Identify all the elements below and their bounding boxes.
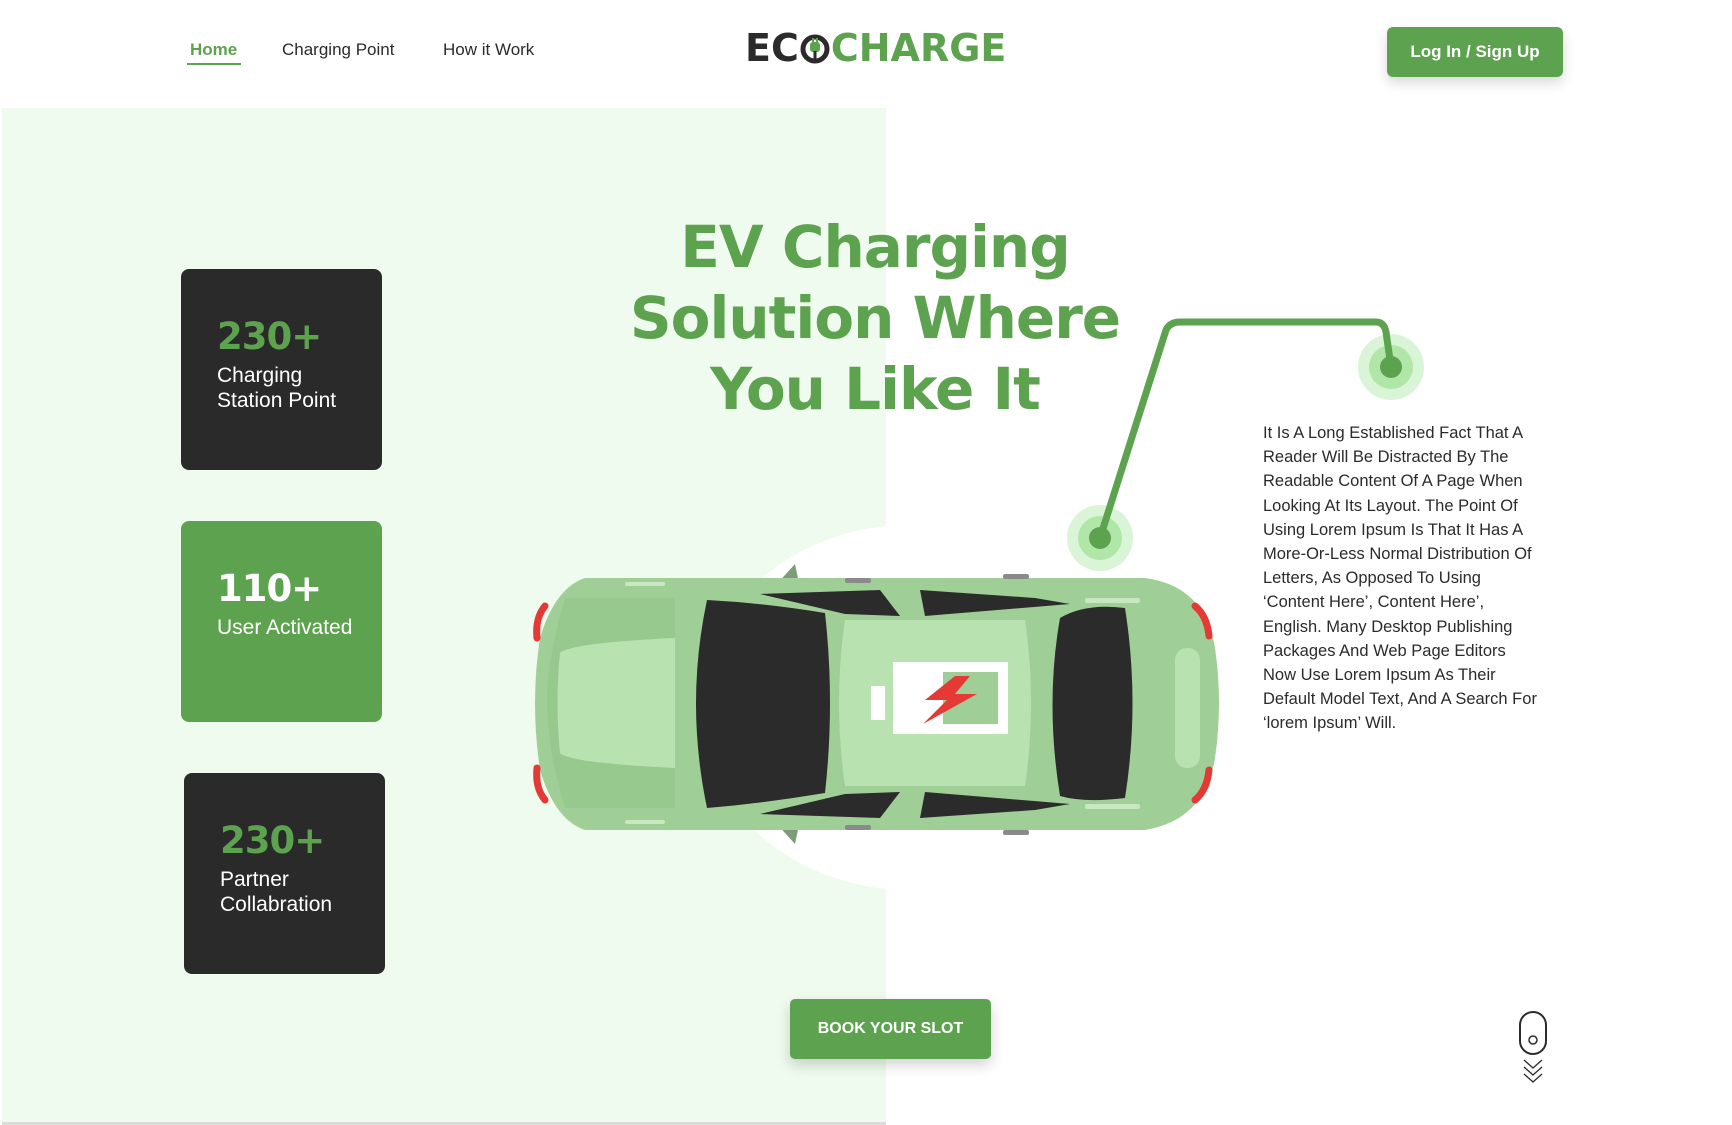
nav-charging-point-link[interactable]: Charging Point (282, 40, 394, 60)
stat-value: 110+ (217, 567, 322, 610)
book-your-slot-button[interactable]: BOOK YOUR SLOT (790, 999, 991, 1059)
nav-home-link[interactable]: Home (190, 40, 237, 60)
stat-card-partners: 230+ Partner Collabration (184, 773, 385, 974)
stat-card-users: 110+ User Activated (181, 521, 382, 722)
stat-label: User Activated (217, 616, 353, 639)
hero-description: It Is A Long Established Fact That A Rea… (1263, 424, 1537, 733)
logo-text-eco: EC (745, 26, 799, 70)
electric-car-illustration (533, 564, 1219, 844)
stat-card-charging-stations: 230+ Charging Station Point (181, 269, 382, 470)
stat-label: Partner Collabration (220, 868, 333, 916)
stat-value: 230+ (220, 819, 325, 862)
login-signup-button[interactable]: Log In / Sign Up (1387, 27, 1563, 77)
ecocharge-logo[interactable]: EC CHARGE (745, 26, 1006, 70)
logo-text-charge: CHARGE (830, 26, 1007, 70)
scroll-down-mouse-icon[interactable] (1518, 1010, 1548, 1090)
hero-headline: EV Charging Solution Where You Like It (629, 213, 1121, 423)
nav-how-it-work-link[interactable]: How it Work (443, 40, 534, 60)
plug-icon (800, 34, 830, 64)
stat-value: 230+ (217, 315, 322, 358)
stat-label: Charging Station Point (217, 364, 337, 412)
nav-active-underline (187, 63, 241, 65)
